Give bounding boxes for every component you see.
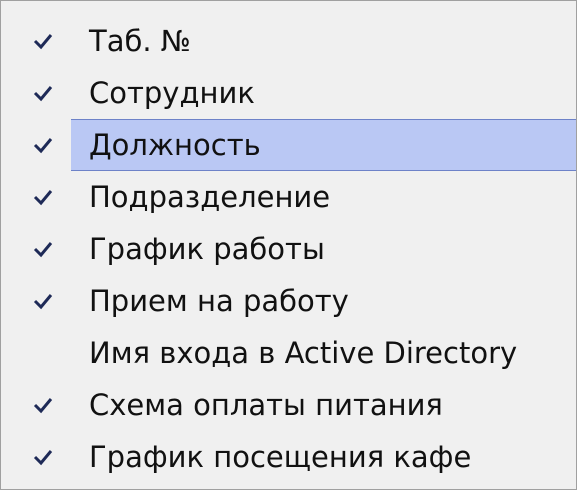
check-icon — [17, 15, 69, 67]
check-icon — [17, 379, 69, 431]
menu-item-label: Таб. № — [89, 24, 191, 58]
menu-item-label: Должность — [89, 128, 261, 162]
menu-item-label: График работы — [89, 232, 325, 266]
check-icon — [17, 171, 69, 223]
menu-item-employee[interactable]: Сотрудник — [1, 67, 576, 119]
menu-item-position[interactable]: Должность — [1, 119, 576, 171]
menu-item-active-directory-login[interactable]: Имя входа в Active Directory — [1, 327, 576, 379]
menu-item-gutter — [15, 119, 71, 171]
empty-check-slot — [17, 327, 69, 379]
menu-item-gutter — [15, 327, 71, 379]
menu-item-cafe-visit-schedule[interactable]: График посещения кафе — [1, 431, 576, 483]
check-icon — [17, 67, 69, 119]
check-icon — [17, 275, 69, 327]
menu-item-label: Подразделение — [89, 180, 331, 214]
menu-item-label: Прием на работу — [89, 284, 349, 318]
menu-item-meal-payment-scheme[interactable]: Схема оплаты питания — [1, 379, 576, 431]
menu-item-gutter — [15, 171, 71, 223]
check-icon — [17, 431, 69, 483]
check-icon — [17, 119, 69, 171]
menu-item-gutter — [15, 15, 71, 67]
menu-item-label: Сотрудник — [89, 76, 255, 110]
menu-item-gutter — [15, 275, 71, 327]
context-menu: Таб. № Сотрудник Должность Подразделение — [0, 0, 577, 490]
menu-item-gutter — [15, 223, 71, 275]
menu-item-hire-date[interactable]: Прием на работу — [1, 275, 576, 327]
menu-item-gutter — [15, 67, 71, 119]
menu-item-gutter — [15, 379, 71, 431]
menu-item-department[interactable]: Подразделение — [1, 171, 576, 223]
menu-item-label: График посещения кафе — [89, 440, 472, 474]
menu-item-label: Имя входа в Active Directory — [89, 336, 518, 370]
menu-item-tab-number[interactable]: Таб. № — [1, 15, 576, 67]
check-icon — [17, 223, 69, 275]
menu-item-label: Схема оплаты питания — [89, 388, 443, 422]
menu-item-work-schedule[interactable]: График работы — [1, 223, 576, 275]
menu-item-gutter — [15, 431, 71, 483]
